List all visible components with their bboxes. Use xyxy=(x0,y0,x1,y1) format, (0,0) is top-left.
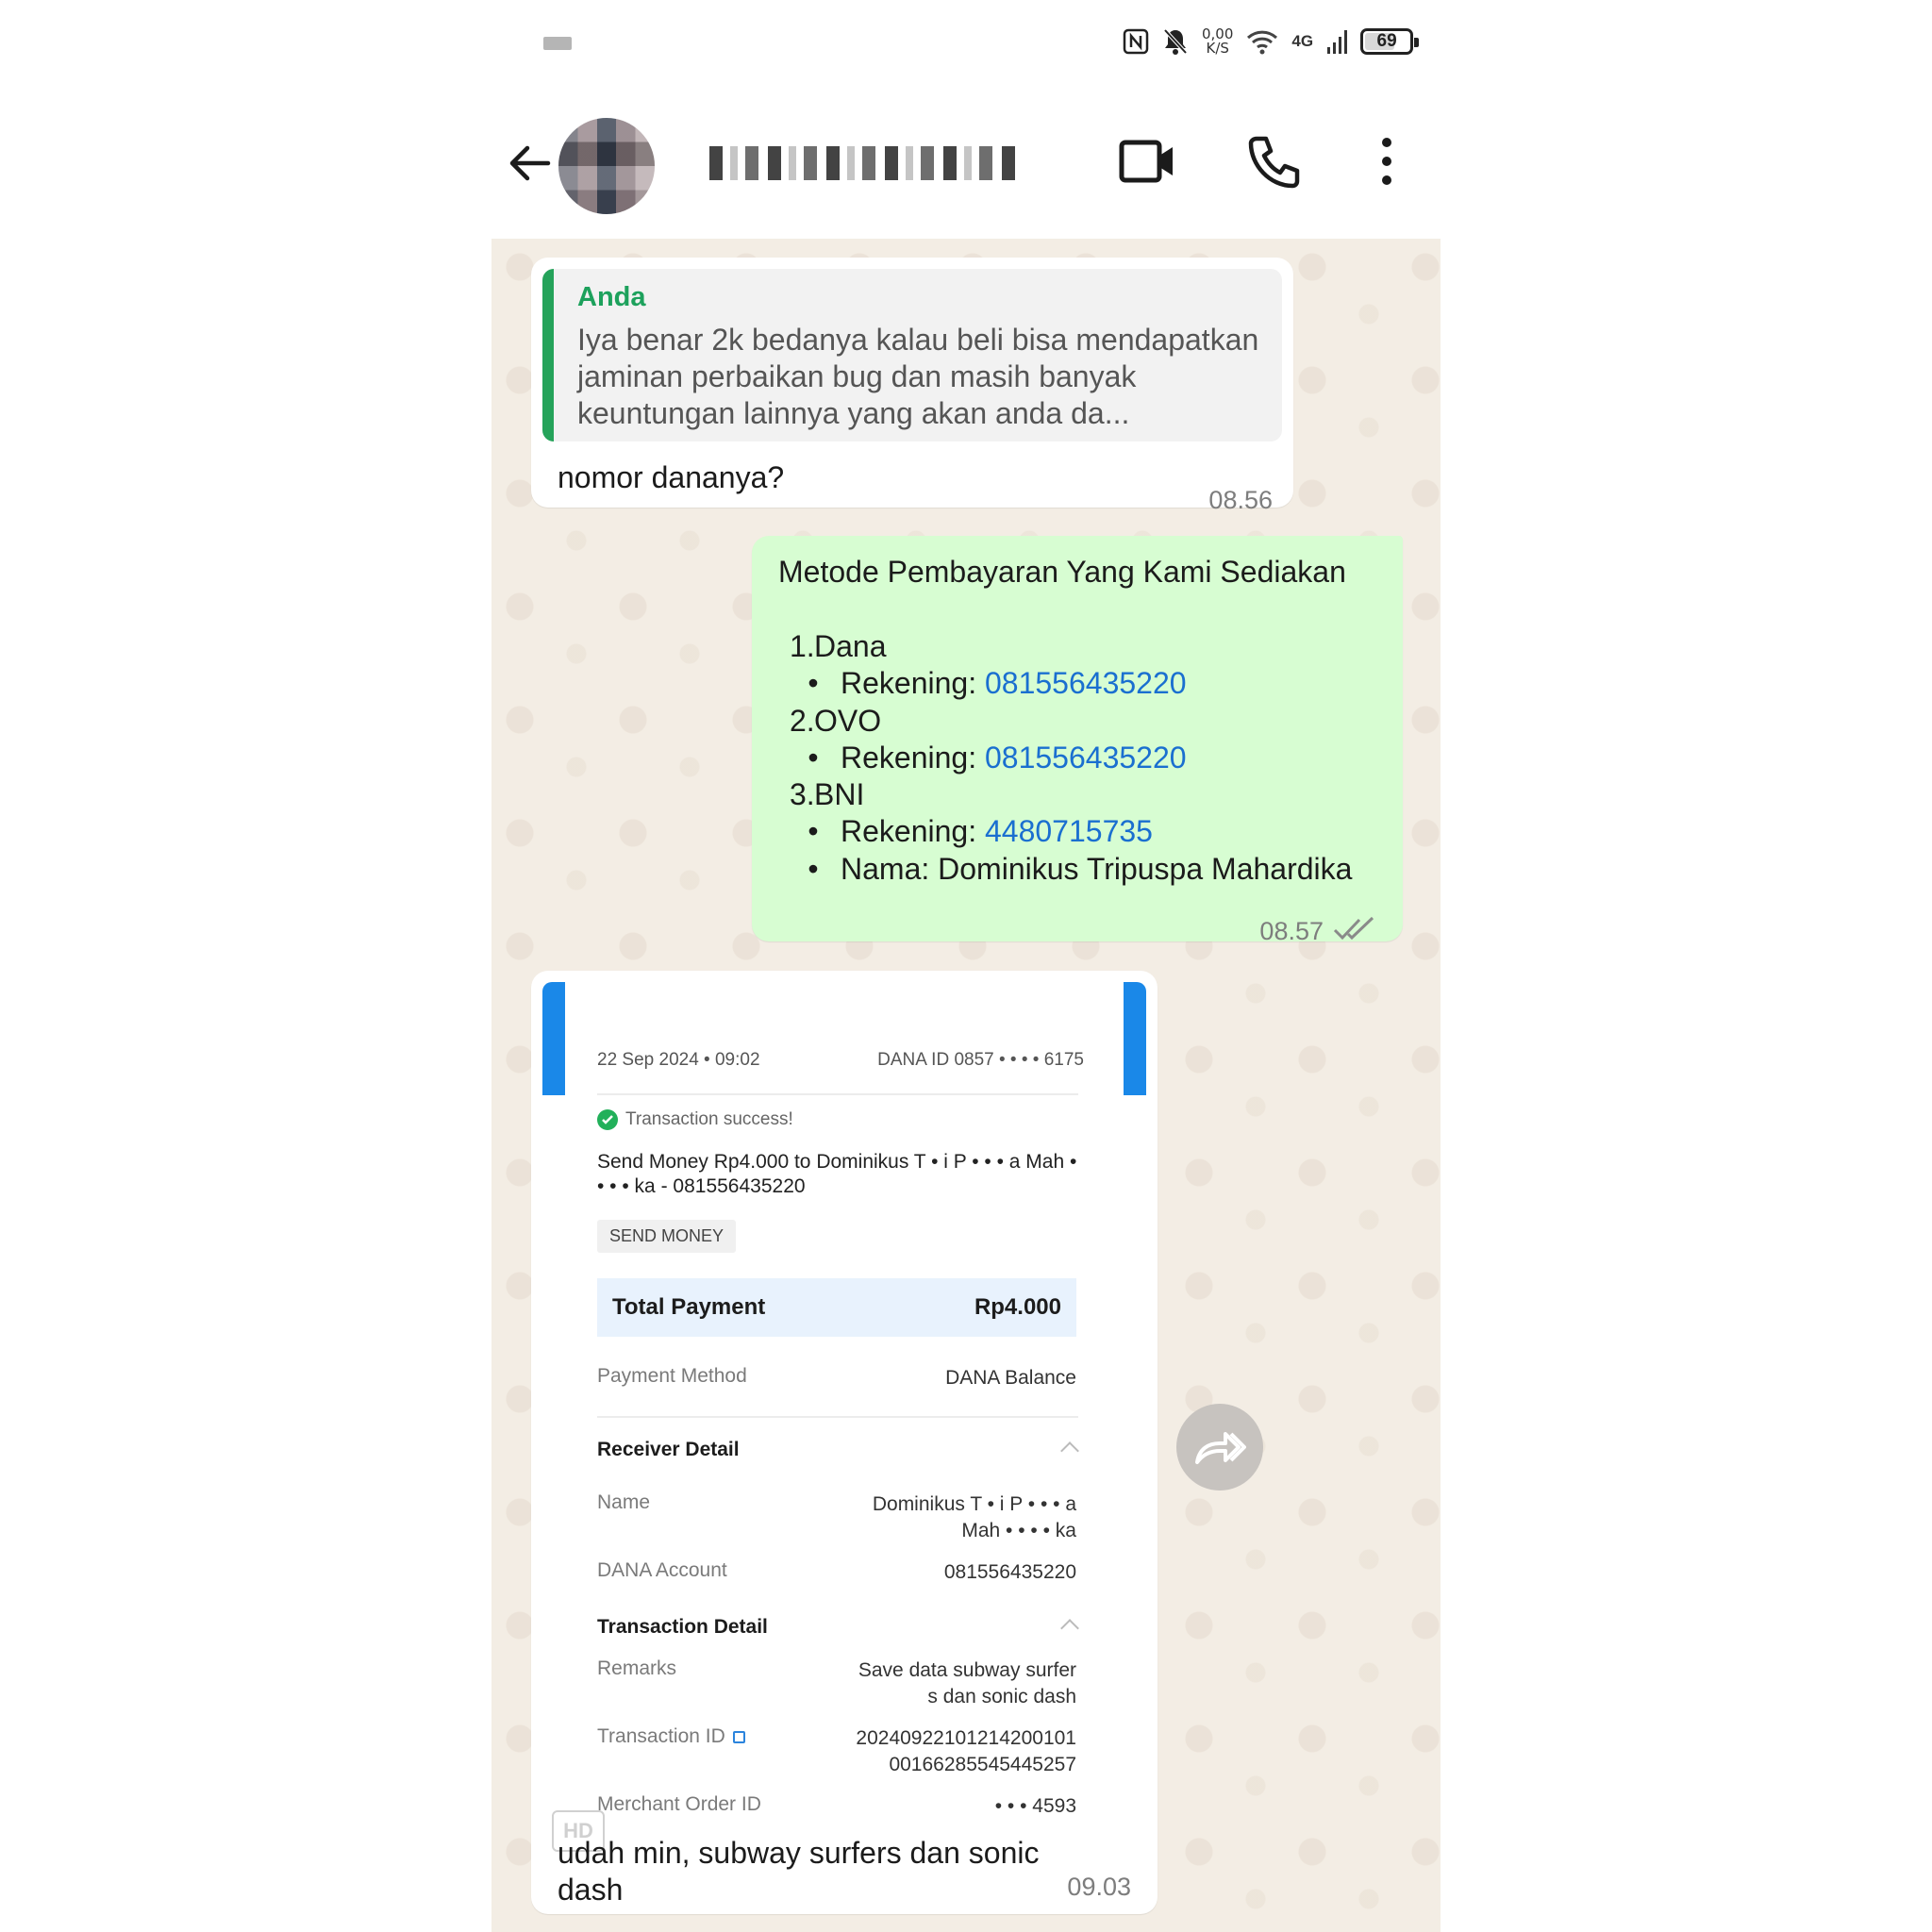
more-vert-icon xyxy=(1382,138,1391,185)
account-number-link[interactable]: 4480715735 xyxy=(985,814,1153,848)
chat-area[interactable]: Anda Iya benar 2k bedanya kalau beli bis… xyxy=(491,239,1441,1932)
receipt-edge xyxy=(542,982,565,1095)
receipt-date: 22 Sep 2024 • 09:02 xyxy=(597,1050,760,1070)
payment-list-item: 2.OVO xyxy=(790,703,882,738)
copy-icon xyxy=(732,1730,745,1743)
message-time: 08.57 xyxy=(1259,917,1324,945)
receipt-tag: SEND MONEY xyxy=(597,1220,737,1253)
account-number-link[interactable]: 081556435220 xyxy=(985,666,1187,700)
payment-method-row: Payment Method DANA Balance xyxy=(597,1365,1076,1389)
message-time: 08.56 xyxy=(1208,486,1273,514)
account-number-link[interactable]: 081556435220 xyxy=(985,741,1187,774)
merchant-order-row: Merchant Order ID • • • 4593 xyxy=(597,1793,1076,1817)
contact-name[interactable] xyxy=(709,146,1016,180)
avatar[interactable] xyxy=(558,118,655,214)
payment-list-item: 3.BNI xyxy=(790,777,865,812)
more-options-button[interactable] xyxy=(1377,135,1396,192)
voice-call-button[interactable] xyxy=(1247,135,1300,194)
message-time: 09.03 xyxy=(1067,1873,1131,1901)
divider xyxy=(597,1416,1078,1418)
payment-list-item: 1.Dana xyxy=(790,629,887,663)
receiver-name-row: Name Dominikus T • i P • • • a Mah • • • … xyxy=(597,1491,1076,1541)
quote-bar xyxy=(542,269,554,441)
payment-list-item: • Nama: Dominikus Tripuspa Mahardika xyxy=(808,851,1353,886)
payment-list-item: • Rekening: 081556435220 xyxy=(808,666,1187,701)
status-icons: 0,00 K/S 4G 69 xyxy=(1123,23,1420,60)
transaction-detail-section: Transaction Detail xyxy=(597,1616,1079,1639)
payment-list-item: • Rekening: 4480715735 xyxy=(808,814,1153,849)
video-call-icon xyxy=(1119,140,1173,183)
receiver-detail-section: Receiver Detail xyxy=(597,1439,1079,1461)
network-speed: 0,00 K/S xyxy=(1202,25,1234,57)
receipt-description: Send Money Rp4.000 to Dominikus T • i P … xyxy=(597,1151,1077,1197)
divider xyxy=(597,1093,1078,1095)
chat-header xyxy=(0,90,1932,239)
quote-author: Anda xyxy=(577,282,646,312)
message-text: udah min, subway surfers dan sonic dash xyxy=(558,1836,1040,1907)
forward-button[interactable] xyxy=(1176,1404,1263,1491)
check-circle-icon xyxy=(597,1109,618,1130)
payment-list: 1.Dana • Rekening: 081556435220 2.OVO • Reken… xyxy=(778,628,1391,888)
receipt-edge xyxy=(1124,982,1146,1095)
receipt-image[interactable]: 22 Sep 2024 • 09:02 DANA ID 0857 • • • •… xyxy=(542,982,1146,1831)
dana-account-row: DANA Account 081556435220 xyxy=(597,1559,1076,1583)
read-receipt-icon xyxy=(1333,916,1378,947)
battery-icon: 69 xyxy=(1360,28,1420,55)
incoming-image-message[interactable]: 22 Sep 2024 • 09:02 DANA ID 0857 • • • •… xyxy=(531,971,1158,1914)
network-type: 4G xyxy=(1291,32,1314,50)
chevron-up-icon xyxy=(1060,1441,1079,1460)
bell-muted-icon xyxy=(1162,27,1189,56)
back-button[interactable] xyxy=(505,139,554,188)
remarks-row: Remarks Save data subway surfer s dan son… xyxy=(597,1657,1076,1707)
notification-indicator xyxy=(543,37,572,50)
outgoing-message[interactable]: Metode Pembayaran Yang Kami Sediakan 1.D… xyxy=(752,536,1403,945)
quoted-reply[interactable]: Anda Iya benar 2k bedanya kalau beli bis… xyxy=(542,269,1282,441)
quote-text: Iya benar 2k bedanya kalau beli bisa men… xyxy=(577,323,1259,430)
receipt-status: Transaction success! xyxy=(597,1109,793,1130)
nfc-icon xyxy=(1123,28,1149,55)
receipt-dana-id: DANA ID 0857 • • • • 6175 xyxy=(877,1050,1084,1070)
chevron-up-icon xyxy=(1060,1619,1079,1638)
video-call-button[interactable] xyxy=(1118,135,1176,192)
message-title: Metode Pembayaran Yang Kami Sediakan xyxy=(778,555,1346,589)
status-bar: 0,00 K/S 4G 69 xyxy=(0,0,1932,90)
back-arrow-icon xyxy=(509,145,551,181)
wifi-icon xyxy=(1246,28,1278,55)
signal-icon xyxy=(1326,28,1348,55)
message-text: nomor dananya? xyxy=(558,460,785,494)
forward-icon xyxy=(1195,1432,1246,1464)
incoming-message[interactable]: Anda Iya benar 2k bedanya kalau beli bis… xyxy=(531,258,1293,514)
phone-icon xyxy=(1248,136,1300,189)
payment-list-item: • Rekening: 081556435220 xyxy=(808,740,1187,774)
transaction-id-row: Transaction ID 2024092210121420010​1 0016… xyxy=(597,1725,1076,1775)
total-payment: Total Payment Rp4.000 xyxy=(597,1278,1076,1337)
